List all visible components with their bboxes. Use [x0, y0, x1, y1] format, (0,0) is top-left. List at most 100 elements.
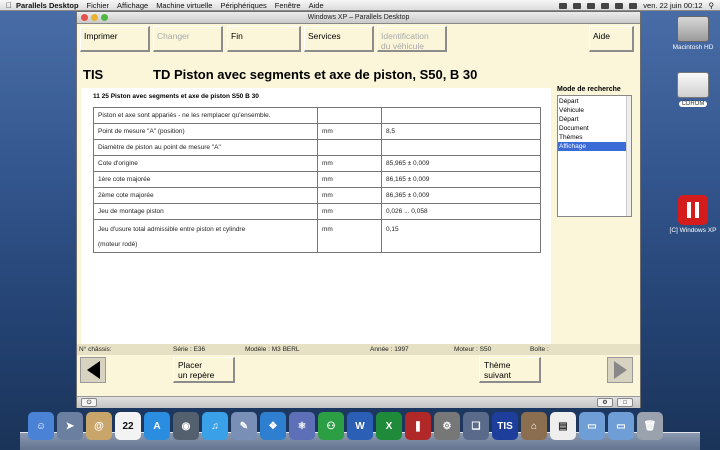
table-row: Diamètre de piston au point de mesure "A…: [93, 139, 541, 156]
table-row: Point de mesure "A" (position) mm 8,5: [93, 123, 541, 140]
search-item-depart-2[interactable]: Départ: [558, 115, 631, 124]
network-icon[interactable]: ⚛: [289, 412, 315, 440]
parallels-vm-icon[interactable]: [C] Windows XP: [668, 195, 718, 234]
search-mode-label: Mode de recherche: [557, 86, 621, 93]
identification-label-1: Identification: [381, 31, 429, 41]
cell-desc: 1ère cote majorée: [93, 171, 318, 188]
menu-fenetre[interactable]: Fenêtre: [275, 1, 301, 10]
macintosh-hd-icon[interactable]: Macintosh HD: [668, 16, 718, 51]
table-row: Jeu de montage piston mm 0,026 ... 0,058: [93, 203, 541, 220]
table-row: Cote d'origine mm 85,965 ± 0,009: [93, 155, 541, 172]
contacts-icon[interactable]: ⚇: [318, 412, 344, 440]
cell-desc: Diamètre de piston au point de mesure "A…: [93, 139, 318, 156]
tis-app: Imprimer Changer Fin Services Identifica…: [77, 24, 640, 396]
menu-fichier[interactable]: Fichier: [87, 1, 110, 10]
preview-icon[interactable]: ✎: [231, 412, 257, 440]
changer-button[interactable]: Changer: [153, 26, 223, 52]
imprimer-label: Imprimer: [84, 31, 118, 41]
view-mode-icon[interactable]: □: [617, 398, 633, 407]
status-modele: Modèle : M3 BERL: [245, 346, 300, 353]
photo-booth-icon[interactable]: ◉: [173, 412, 199, 440]
apple-icon[interactable]: : [6, 1, 16, 10]
table-row: 1ère cote majorée mm 86,165 ± 0,009: [93, 171, 541, 188]
minimize-icon[interactable]: [91, 14, 98, 21]
identification-button[interactable]: Identification du véhicule: [377, 26, 447, 52]
cell-value: 86,365 ± 0,009: [381, 187, 541, 204]
vm-window: Windows XP – Parallels Desktop Imprimer …: [76, 11, 641, 408]
status-serie: Série : E36: [173, 346, 206, 353]
menubar-app-name[interactable]: Parallels Desktop: [16, 1, 79, 10]
status-boite: Boîte :: [530, 346, 549, 353]
cell-unit: mm: [317, 203, 382, 220]
macintosh-hd-label: Macintosh HD: [672, 44, 714, 51]
table-row: 2ème cote majorée mm 86,365 ± 0,009: [93, 187, 541, 204]
cell-unit: mm: [317, 155, 382, 172]
wifi-icon[interactable]: [601, 2, 610, 9]
cell-desc: Cote d'origine: [93, 155, 318, 172]
itunes-icon[interactable]: ♫: [202, 412, 228, 440]
window-controls: [81, 14, 108, 21]
menu-peripheriques[interactable]: Périphériques: [220, 1, 266, 10]
bluetooth-icon[interactable]: [587, 2, 596, 9]
spotlight-icon[interactable]: ⚲: [709, 1, 715, 10]
placer-label-1: Placer: [178, 360, 203, 370]
next-button[interactable]: [607, 357, 633, 383]
menu-aide[interactable]: Aide: [309, 1, 324, 10]
arrow-left-icon: [86, 361, 100, 379]
aide-button[interactable]: Aide: [589, 26, 634, 52]
battery-icon[interactable]: [629, 2, 638, 9]
theme-label-2: suivant: [484, 370, 511, 380]
cdrom-icon[interactable]: CDROM: [668, 72, 718, 107]
devices-icon[interactable]: ⚙: [597, 398, 613, 407]
folder-icon[interactable]: ▭: [579, 412, 605, 440]
parallels-icon: [678, 195, 708, 225]
vm-titlebar[interactable]: Windows XP – Parallels Desktop: [77, 12, 640, 24]
search-item-vehicule[interactable]: Véhicule: [558, 106, 631, 115]
search-item-themes[interactable]: Thèmes: [558, 133, 631, 142]
home-icon[interactable]: ⌂: [521, 412, 547, 440]
cell-desc: Point de mesure "A" (position): [93, 123, 318, 140]
word-icon[interactable]: W: [347, 412, 373, 440]
parallels-status-icon[interactable]: [559, 2, 568, 9]
search-mode-panel: Mode de recherche Départ Véhicule Départ…: [557, 86, 637, 217]
document-icon[interactable]: ▤: [550, 412, 576, 440]
menu-machine-virtuelle[interactable]: Machine virtuelle: [156, 1, 212, 10]
document-panel: 11 25 Piston avec segments et axe de pis…: [81, 88, 551, 350]
power-icon[interactable]: ⏻: [81, 398, 97, 407]
zoom-icon[interactable]: [101, 14, 108, 21]
finder-icon[interactable]: ☺: [28, 412, 54, 440]
search-mode-list[interactable]: Départ Véhicule Départ Document Thèmes A…: [557, 95, 632, 217]
menubar-clock[interactable]: ven. 22 juin 00:12: [643, 1, 702, 10]
search-item-document[interactable]: Document: [558, 124, 631, 133]
vm-statusbar: ⏻ ⚙ □: [77, 396, 640, 408]
volume-icon[interactable]: [615, 2, 624, 9]
previous-button[interactable]: [80, 357, 106, 383]
tis-dock-icon[interactable]: TIS: [492, 412, 518, 440]
dock-items: ☺ ➤ @ 22 A ◉ ♫ ✎ ❖ ⚛ ⚇ W X ❚ ⚙ ❑ TIS ⌂ ▤…: [28, 412, 663, 440]
services-button[interactable]: Services: [304, 26, 374, 52]
theme-suivant-button[interactable]: Thème suivant: [479, 357, 541, 383]
windows-app-icon[interactable]: ❑: [463, 412, 489, 440]
search-item-affichage[interactable]: Affichage: [558, 142, 631, 151]
safari-icon[interactable]: ❖: [260, 412, 286, 440]
cell-unit: mm: [317, 187, 382, 204]
app-store-icon[interactable]: A: [144, 412, 170, 440]
placer-repere-button[interactable]: Placer un repère: [173, 357, 235, 383]
close-icon[interactable]: [81, 14, 88, 21]
trash-icon[interactable]: 🗑: [637, 412, 663, 440]
calendar-icon[interactable]: 22: [115, 412, 141, 440]
list-scrollbar[interactable]: [626, 96, 631, 216]
imprimer-button[interactable]: Imprimer: [80, 26, 150, 52]
parallels-dock-icon[interactable]: ❚: [405, 412, 431, 440]
mac-menubar:  Parallels Desktop Fichier Affichage Ma…: [0, 0, 720, 11]
search-item-depart[interactable]: Départ: [558, 97, 631, 106]
cell-unit: [317, 107, 382, 124]
excel-icon[interactable]: X: [376, 412, 402, 440]
time-machine-icon[interactable]: [573, 2, 582, 9]
launchpad-icon[interactable]: ➤: [57, 412, 83, 440]
fin-button[interactable]: Fin: [227, 26, 301, 52]
address-book-icon[interactable]: @: [86, 412, 112, 440]
downloads-folder-icon[interactable]: ▭: [608, 412, 634, 440]
menu-affichage[interactable]: Affichage: [117, 1, 148, 10]
system-preferences-icon[interactable]: ⚙: [434, 412, 460, 440]
